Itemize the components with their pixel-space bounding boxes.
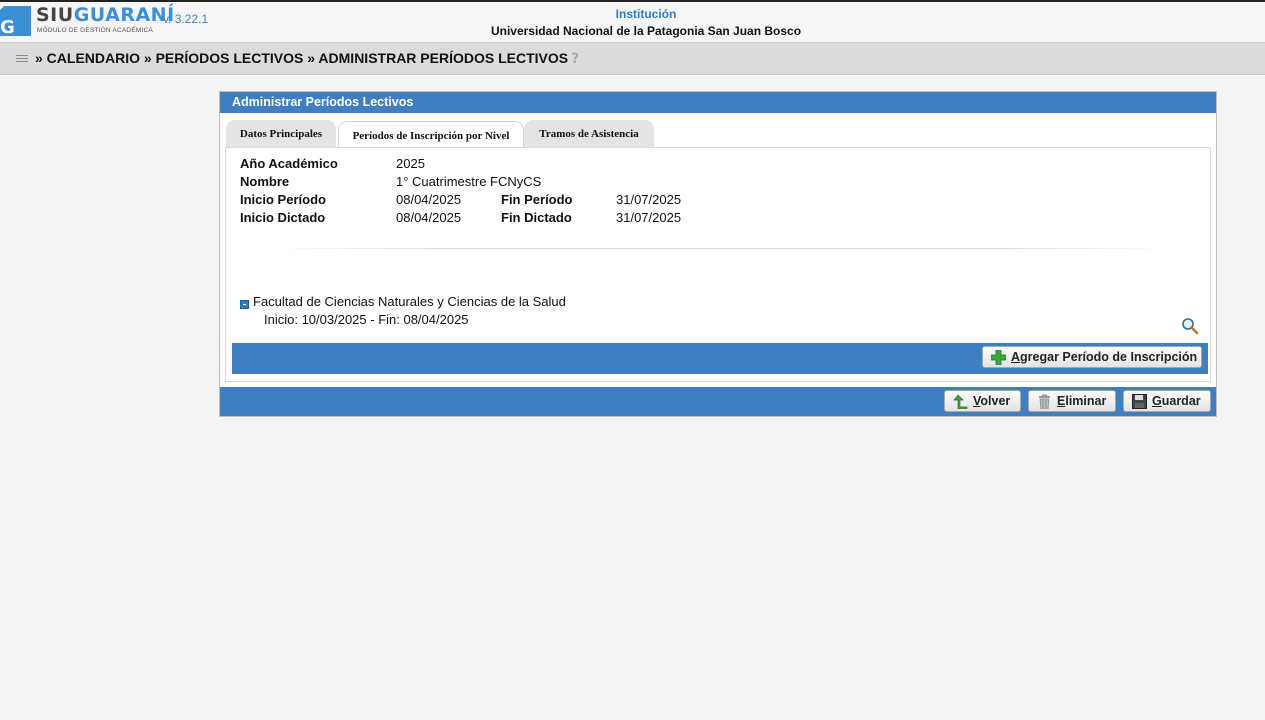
eliminar-button[interactable]: Eliminar	[1028, 390, 1116, 412]
separator	[276, 248, 1166, 249]
anio-academico-value: 2025	[396, 156, 425, 171]
fin-dictado-value: 31/07/2025	[616, 210, 682, 225]
inicio-periodo-label: Inicio Período	[240, 192, 326, 207]
tab-periodos-inscripcion[interactable]: Períodos de Inscripción por Nivel	[338, 121, 524, 150]
green-arrow-back-icon	[953, 394, 968, 409]
fin-periodo-label: Fin Período	[501, 192, 573, 207]
institution-name: Universidad Nacional de la Patagonia San…	[490, 24, 802, 38]
nombre-value: 1° Cuatrimestre FCNyCS	[396, 174, 542, 189]
fin-dictado-label: Fin Dictado	[501, 210, 572, 225]
panel-title: Administrar Períodos Lectivos	[220, 92, 1216, 113]
eliminar-label: liminar	[1065, 394, 1107, 408]
inicio-dictado-value: 08/04/2025	[396, 210, 462, 225]
guardar-button[interactable]: Guardar	[1123, 390, 1211, 412]
guardar-accesskey: G	[1152, 394, 1162, 408]
periodos-panel: Administrar Períodos Lectivos Datos Prin…	[219, 91, 1217, 417]
form-actions-bar: Volver Eliminar Guardar	[220, 387, 1216, 416]
nombre-label: Nombre	[240, 174, 290, 189]
tab-datos-principales[interactable]: Datos Principales	[226, 120, 336, 148]
magnifier-icon[interactable]	[1181, 317, 1199, 335]
help-icon[interactable]: ?	[571, 51, 579, 67]
floppy-disk-icon	[1132, 394, 1147, 409]
collapse-minus-icon[interactable]	[240, 300, 249, 309]
anio-academico-label: Año Académico	[240, 156, 338, 171]
faculty-name: Facultad de Ciencias Naturales y Ciencia…	[253, 294, 566, 309]
add-button-accesskey: A	[1011, 350, 1021, 364]
faculty-dates: Inicio: 10/03/2025 - Fin: 08/04/2025	[264, 312, 469, 327]
volver-button[interactable]: Volver	[944, 390, 1021, 412]
trash-icon	[1039, 394, 1050, 409]
inicio-periodo-value: 08/04/2025	[396, 192, 462, 207]
inicio-dictado-label: Inicio Dictado	[240, 210, 326, 225]
inscripcion-actions-bar: Agregar Período de Inscripción	[232, 343, 1208, 374]
breadcrumb-text: » CALENDARIO » PERÍODOS LECTIVOS » ADMIN…	[35, 50, 569, 66]
breadcrumb-bar: » CALENDARIO » PERÍODOS LECTIVOS » ADMIN…	[0, 43, 1265, 75]
breadcrumb: » CALENDARIO » PERÍODOS LECTIVOS » ADMIN…	[35, 50, 579, 67]
tab-tramos-asistencia[interactable]: Tramos de Asistencia	[524, 120, 654, 148]
add-periodo-inscripcion-button[interactable]: Agregar Período de Inscripción	[982, 346, 1202, 368]
green-plus-icon	[991, 350, 1006, 365]
institution-label: Institución	[615, 7, 677, 21]
guardar-label: uardar	[1161, 394, 1201, 408]
fin-periodo-value: 31/07/2025	[616, 192, 682, 207]
list-menu-icon[interactable]	[16, 55, 28, 64]
add-button-label: gregar Período de Inscripción	[1020, 350, 1198, 364]
tab-content: Año Académico 2025 Nombre 1° Cuatrimestr…	[225, 147, 1211, 382]
app-header: G SIUGUARANÍ MÓDULO DE GESTIÓN ACADÉMICA…	[0, 2, 1265, 43]
volver-label: olver	[980, 394, 1011, 408]
